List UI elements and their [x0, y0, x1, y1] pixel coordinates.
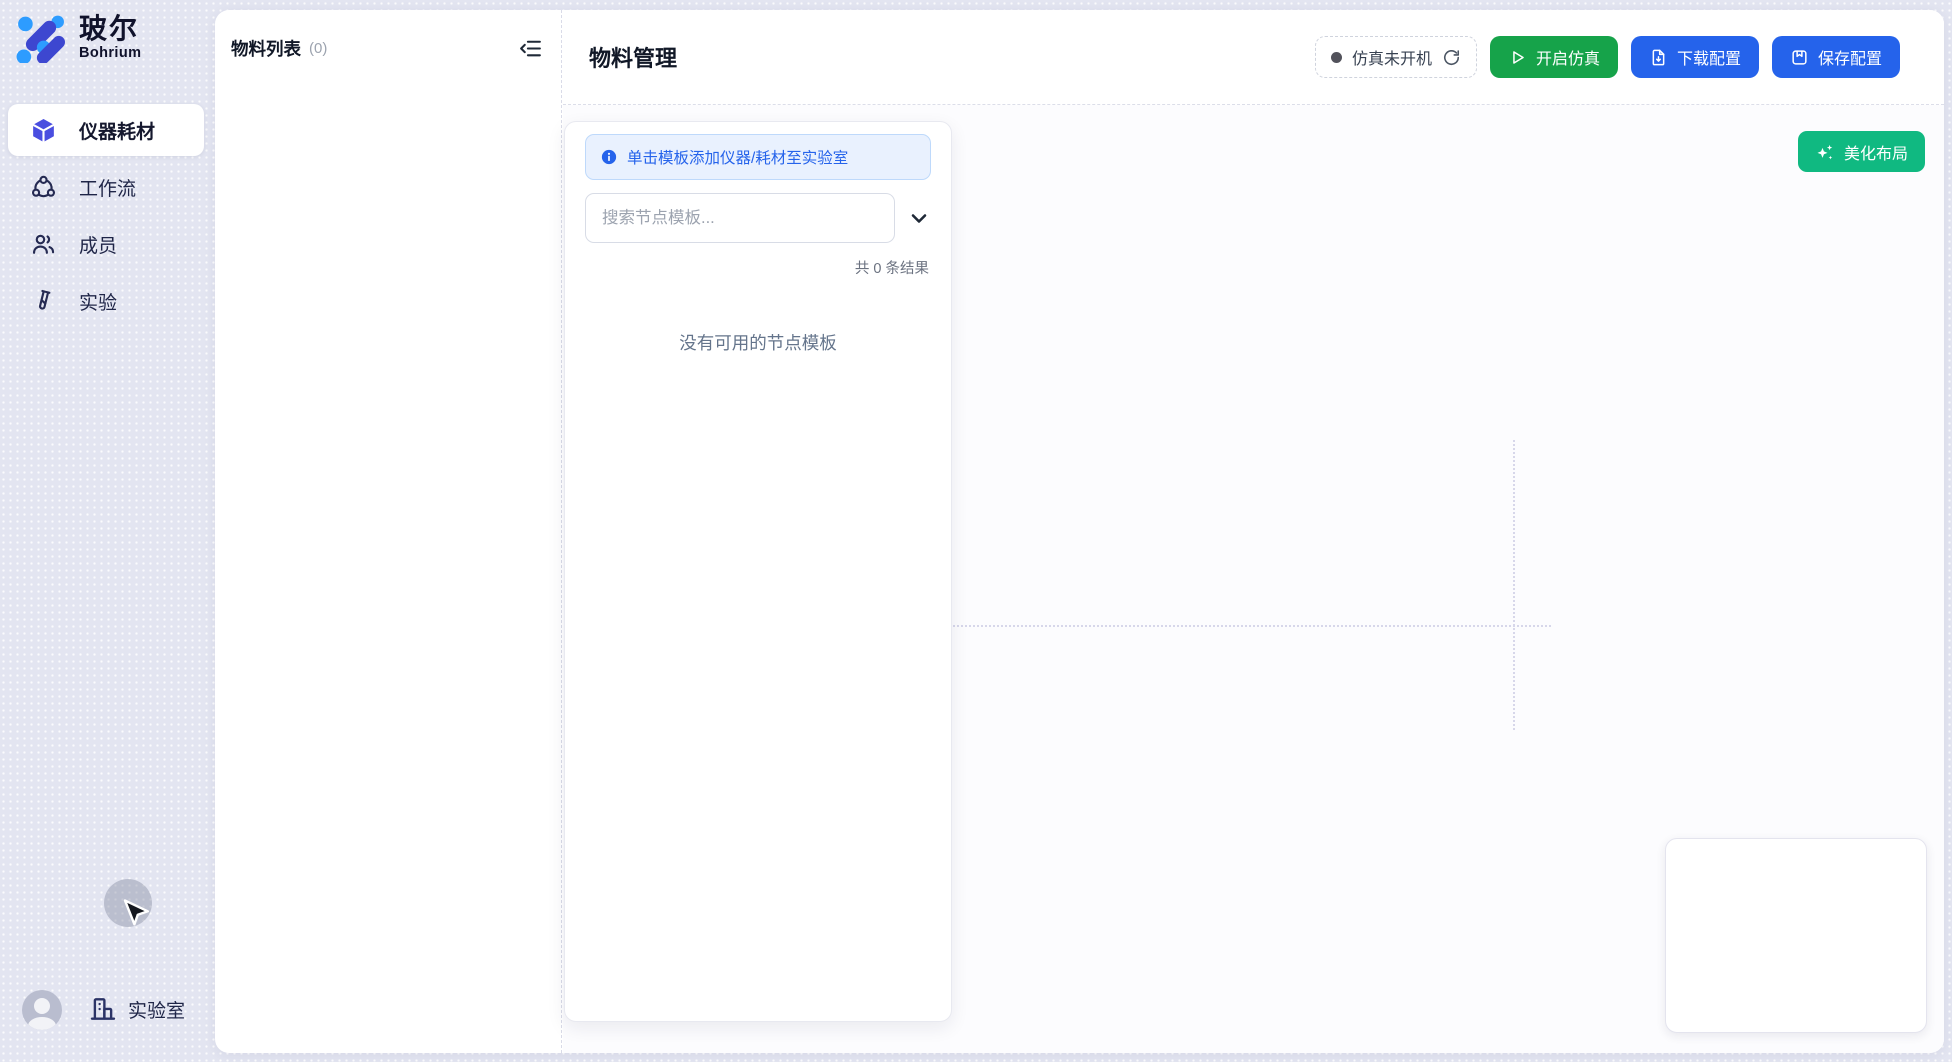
lab-footer-link[interactable]: 实验室 [88, 994, 185, 1024]
user-avatar[interactable] [22, 990, 62, 1030]
refresh-icon[interactable] [1442, 48, 1461, 67]
chevron-down-icon[interactable] [907, 206, 931, 230]
cube-icon [30, 117, 57, 144]
page-title: 物料管理 [589, 41, 677, 73]
sidebar-item-members[interactable]: 成员 [8, 218, 204, 270]
sidebar-item-label: 工作流 [79, 174, 136, 201]
results-count-text: 共 0 条结果 [585, 257, 931, 278]
info-icon [600, 148, 618, 166]
beautify-layout-button[interactable]: 美化布局 [1798, 131, 1925, 172]
play-icon [1508, 48, 1527, 67]
empty-state-text: 没有可用的节点模板 [585, 330, 931, 355]
test-tube-icon [30, 288, 57, 315]
mouse-cursor [121, 898, 149, 930]
main-shell: 物料列表 (0) 物料管理 仿真未开机 [215, 10, 1944, 1053]
beautify-layout-label: 美化布局 [1844, 140, 1908, 164]
canvas-guide-line-horizontal [949, 625, 1551, 627]
brand-logo: 玻尔 Bohrium [15, 13, 141, 63]
save-config-button[interactable]: 保存配置 [1772, 36, 1900, 78]
template-hint-banner: 单击模板添加仪器/耗材至实验室 [585, 134, 931, 180]
template-hint-text: 单击模板添加仪器/耗材至实验室 [627, 146, 848, 168]
sidebar-nav: 仪器耗材 工作流 成员 [8, 104, 204, 332]
download-file-icon [1649, 48, 1668, 67]
sidebar-item-label: 成员 [79, 231, 117, 258]
collapse-panel-button[interactable] [518, 36, 543, 61]
main-area: 物料管理 仿真未开机 [563, 10, 1944, 1053]
sparkles-icon [1815, 142, 1835, 162]
lab-footer-label: 实验室 [128, 996, 185, 1023]
node-template-panel: 单击模板添加仪器/耗材至实验室 共 0 条结果 没有可用的节点模板 [564, 121, 952, 1022]
save-icon [1790, 48, 1809, 67]
simulation-status-label: 仿真未开机 [1352, 45, 1432, 69]
building-icon [88, 994, 118, 1024]
main-header: 物料管理 仿真未开机 [563, 10, 1944, 105]
sidebar-item-label: 仪器耗材 [79, 117, 155, 144]
sidebar-item-workflow[interactable]: 工作流 [8, 161, 204, 213]
brand-name-en: Bohrium [79, 45, 141, 61]
workflow-icon [30, 174, 57, 201]
download-config-button[interactable]: 下载配置 [1631, 36, 1759, 78]
sidebar-item-experiments[interactable]: 实验 [8, 275, 204, 327]
status-dot-icon [1331, 52, 1342, 63]
start-simulation-button[interactable]: 开启仿真 [1490, 36, 1618, 78]
materials-panel: 物料列表 (0) [215, 10, 562, 1053]
simulation-status-chip[interactable]: 仿真未开机 [1315, 36, 1477, 78]
sidebar-item-label: 实验 [79, 288, 117, 315]
brand-name-zh: 玻尔 [79, 13, 141, 45]
canvas-guide-line-vertical [1513, 440, 1515, 730]
materials-count: (0) [309, 40, 327, 57]
template-search-input[interactable] [585, 193, 895, 243]
members-icon [30, 231, 57, 258]
sidebar-item-instruments[interactable]: 仪器耗材 [8, 104, 204, 156]
lab-canvas[interactable]: 单击模板添加仪器/耗材至实验室 共 0 条结果 没有可用的节点模板 [563, 105, 1944, 1053]
materials-panel-title: 物料列表 [231, 36, 301, 61]
bohrium-logo-icon [15, 13, 65, 63]
canvas-minimap[interactable] [1665, 838, 1927, 1033]
